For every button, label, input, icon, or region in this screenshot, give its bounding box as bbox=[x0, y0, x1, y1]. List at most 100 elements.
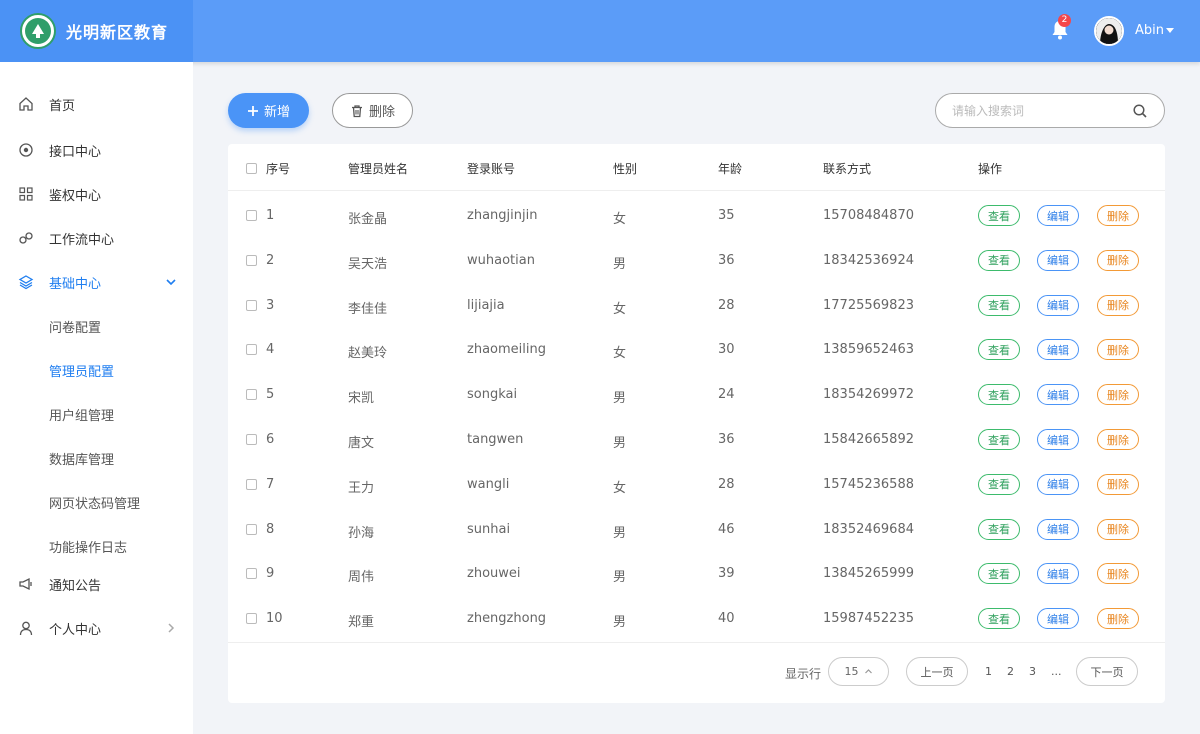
add-button-label: 新增 bbox=[263, 105, 290, 120]
cell-account: zhangjinjin bbox=[467, 208, 538, 223]
row-checkbox[interactable] bbox=[246, 434, 257, 445]
cell-account: tangwen bbox=[467, 432, 524, 447]
page-number[interactable]: 1 bbox=[985, 665, 992, 678]
sidebar-subitem-admin[interactable]: 管理员配置 bbox=[49, 361, 114, 380]
sidebar-item-api[interactable]: 接口中心 bbox=[0, 135, 193, 165]
sidebar-item-personal[interactable]: 个人中心 bbox=[0, 613, 193, 643]
trash-icon bbox=[351, 104, 362, 117]
view-action-button[interactable]: 查看 bbox=[978, 563, 1020, 585]
edit-action-button[interactable]: 编辑 bbox=[1037, 249, 1079, 271]
cell-gender: 男 bbox=[613, 615, 627, 631]
page-number[interactable]: 2 bbox=[1007, 665, 1014, 678]
cell-account: lijiajia bbox=[467, 297, 505, 313]
row-checkbox[interactable] bbox=[246, 523, 257, 535]
cell-age: 46 bbox=[718, 521, 735, 537]
page-number[interactable]: 3 bbox=[1029, 665, 1036, 678]
plus-icon bbox=[247, 105, 258, 116]
delete-action-button[interactable]: 删除 bbox=[1097, 429, 1139, 450]
sidebar-subitem-statuscode[interactable]: 网页状态码管理 bbox=[49, 493, 140, 512]
edit-action-button[interactable]: 编辑 bbox=[1037, 384, 1079, 406]
sidebar-subitem-survey[interactable]: 问卷配置 bbox=[49, 317, 101, 336]
sidebar: 首页 接口中心 鉴权中心 工作流中心 基础中心 问卷配置 管理员配置 用户组管理… bbox=[0, 62, 193, 734]
cell-account: zhaomeiling bbox=[467, 342, 546, 358]
sidebar-item-home[interactable]: 首页 bbox=[0, 89, 193, 119]
sidebar-item-notice[interactable]: 通知公告 bbox=[0, 569, 193, 599]
home-icon bbox=[19, 97, 33, 111]
logo-icon bbox=[20, 13, 56, 49]
sidebar-item-basic[interactable]: 基础中心 bbox=[0, 267, 193, 297]
row-checkbox[interactable] bbox=[246, 568, 257, 580]
brand[interactable]: 光明新区教育 bbox=[0, 0, 193, 62]
row-checkbox[interactable] bbox=[246, 613, 257, 625]
table-row: 6 唐文 tangwen 男 36 15842665892 查看 编辑 删除 bbox=[228, 417, 1165, 462]
edit-action-button[interactable]: 编辑 bbox=[1037, 294, 1079, 316]
edit-action-button[interactable]: 编辑 bbox=[1037, 608, 1079, 630]
delete-action-button[interactable]: 删除 bbox=[1097, 473, 1139, 495]
delete-action-button[interactable]: 删除 bbox=[1097, 205, 1139, 226]
delete-action-button[interactable]: 删除 bbox=[1097, 608, 1139, 630]
pagination: 显示行 15 上一页 1 2 3 ... 下一页 bbox=[228, 642, 1165, 703]
row-checkbox[interactable] bbox=[246, 344, 257, 356]
notification-badge: 2 bbox=[1058, 14, 1071, 27]
table-row: 1 张金晶 zhangjinjin 女 35 15708484870 查看 编辑 删除 bbox=[228, 193, 1165, 238]
sidebar-item-label: 鉴权中心 bbox=[49, 188, 102, 204]
grid-icon bbox=[19, 187, 33, 201]
sidebar-subitem-oplog[interactable]: 功能操作日志 bbox=[49, 537, 127, 556]
page-size-select[interactable]: 15 bbox=[828, 657, 889, 686]
cell-account: wangli bbox=[467, 476, 510, 492]
view-action-button[interactable]: 查看 bbox=[978, 384, 1020, 406]
edit-action-button[interactable]: 编辑 bbox=[1037, 518, 1079, 540]
row-checkbox[interactable] bbox=[246, 254, 257, 266]
view-action-button[interactable]: 查看 bbox=[978, 429, 1020, 450]
column-header: 联系方式 bbox=[823, 162, 872, 176]
cell-no: 1 bbox=[266, 208, 275, 223]
chevron-down-icon bbox=[166, 279, 176, 286]
cell-no: 4 bbox=[266, 342, 275, 358]
delete-button[interactable]: 删除 bbox=[332, 93, 413, 128]
user-icon bbox=[19, 621, 33, 636]
sidebar-subitem-database[interactable]: 数据库管理 bbox=[49, 449, 114, 468]
table-header: 序号 管理员姓名 登录账号 性别 年龄 联系方式 操作 bbox=[228, 144, 1165, 191]
sidebar-item-label: 通知公告 bbox=[49, 578, 102, 594]
avatar[interactable] bbox=[1094, 16, 1124, 46]
cell-name: 李佳佳 bbox=[348, 301, 388, 317]
edit-action-button[interactable]: 编辑 bbox=[1037, 473, 1079, 495]
view-action-button[interactable]: 查看 bbox=[978, 518, 1020, 540]
add-button[interactable]: 新增 bbox=[228, 93, 309, 128]
search-box[interactable] bbox=[935, 93, 1165, 128]
delete-action-button[interactable]: 删除 bbox=[1097, 294, 1139, 316]
search-icon[interactable] bbox=[1132, 103, 1148, 119]
view-action-button[interactable]: 查看 bbox=[978, 339, 1020, 361]
row-checkbox[interactable] bbox=[246, 478, 257, 490]
edit-action-button[interactable]: 编辑 bbox=[1037, 563, 1079, 585]
edit-action-button[interactable]: 编辑 bbox=[1037, 339, 1079, 361]
search-input[interactable] bbox=[952, 101, 1122, 121]
table-row: 7 王力 wangli 女 28 15745236588 查看 编辑 删除 bbox=[228, 462, 1165, 507]
sidebar-item-workflow[interactable]: 工作流中心 bbox=[0, 223, 193, 253]
username[interactable]: Abin bbox=[1135, 23, 1164, 38]
cell-gender: 女 bbox=[613, 301, 627, 317]
cell-name: 吴天浩 bbox=[348, 256, 388, 272]
cell-account: sunhai bbox=[467, 521, 511, 537]
view-action-button[interactable]: 查看 bbox=[978, 473, 1020, 495]
next-page-button[interactable]: 下一页 bbox=[1076, 657, 1138, 686]
view-action-button[interactable]: 查看 bbox=[978, 205, 1020, 226]
edit-action-button[interactable]: 编辑 bbox=[1037, 205, 1079, 226]
chevron-down-icon[interactable] bbox=[1166, 28, 1174, 33]
delete-action-button[interactable]: 删除 bbox=[1097, 249, 1139, 271]
sidebar-subitem-usergroup[interactable]: 用户组管理 bbox=[49, 405, 114, 424]
delete-action-button[interactable]: 删除 bbox=[1097, 518, 1139, 540]
edit-action-button[interactable]: 编辑 bbox=[1037, 429, 1079, 450]
row-checkbox[interactable] bbox=[246, 389, 257, 401]
delete-action-button[interactable]: 删除 bbox=[1097, 339, 1139, 361]
select-all-checkbox[interactable] bbox=[246, 163, 257, 174]
view-action-button[interactable]: 查看 bbox=[978, 608, 1020, 630]
row-checkbox[interactable] bbox=[246, 210, 257, 221]
prev-page-button[interactable]: 上一页 bbox=[906, 657, 968, 686]
row-checkbox[interactable] bbox=[246, 299, 257, 311]
view-action-button[interactable]: 查看 bbox=[978, 294, 1020, 316]
view-action-button[interactable]: 查看 bbox=[978, 249, 1020, 271]
sidebar-item-auth[interactable]: 鉴权中心 bbox=[0, 179, 193, 209]
delete-action-button[interactable]: 删除 bbox=[1097, 384, 1139, 406]
delete-action-button[interactable]: 删除 bbox=[1097, 563, 1139, 585]
